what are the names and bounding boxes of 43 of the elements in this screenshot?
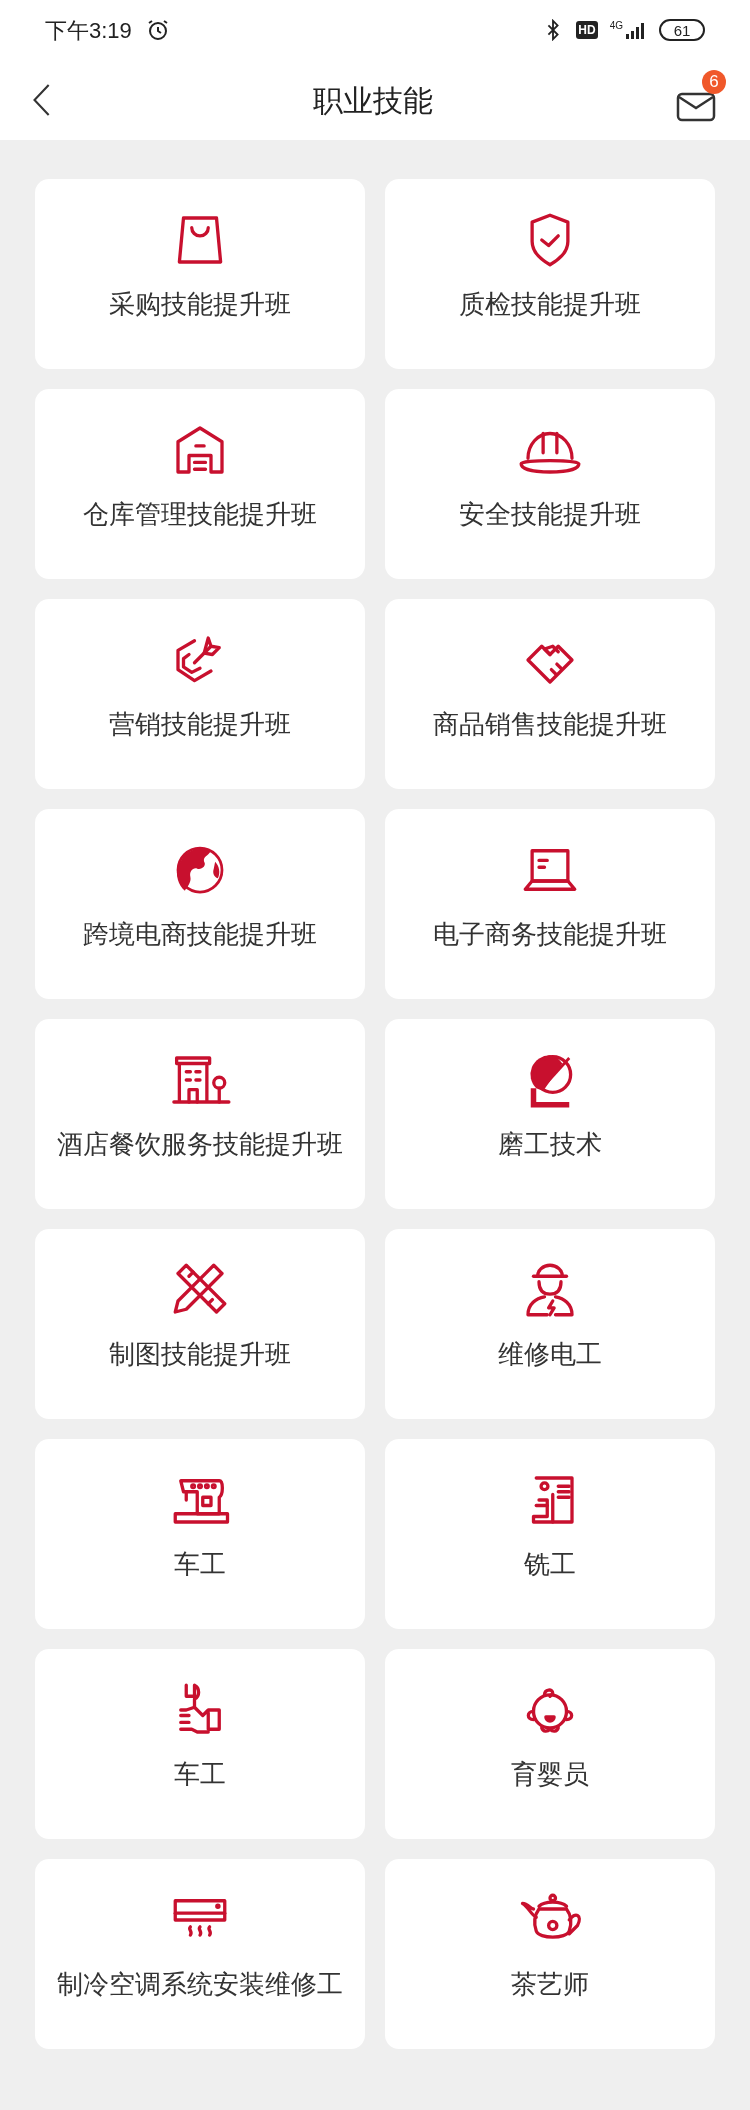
course-label: 茶艺师 bbox=[511, 1968, 589, 2001]
course-label: 电子商务技能提升班 bbox=[433, 918, 667, 951]
course-label: 酒店餐饮服务技能提升班 bbox=[57, 1128, 343, 1161]
course-card[interactable]: 酒店餐饮服务技能提升班 bbox=[35, 1019, 365, 1209]
notification-badge: 6 bbox=[702, 70, 726, 94]
network-label: 4G bbox=[609, 21, 623, 31]
battery-indicator: 61 bbox=[659, 19, 705, 41]
course-label: 仓库管理技能提升班 bbox=[83, 498, 317, 531]
course-label: 车工 bbox=[174, 1548, 226, 1581]
course-label: 安全技能提升班 bbox=[459, 498, 641, 531]
course-label: 跨境电商技能提升班 bbox=[83, 918, 317, 951]
course-card[interactable]: 磨工技术 bbox=[385, 1019, 715, 1209]
course-card[interactable]: 安全技能提升班 bbox=[385, 389, 715, 579]
hd-badge: HD bbox=[576, 21, 598, 39]
course-card[interactable]: 跨境电商技能提升班 bbox=[35, 809, 365, 999]
course-label: 营销技能提升班 bbox=[109, 708, 291, 741]
course-label: 育婴员 bbox=[511, 1758, 589, 1791]
status-time: 下午3:19 bbox=[45, 16, 132, 45]
course-label: 磨工技术 bbox=[498, 1128, 602, 1161]
course-label: 质检技能提升班 bbox=[459, 288, 641, 321]
signal-icon bbox=[625, 21, 647, 39]
course-label: 采购技能提升班 bbox=[109, 288, 291, 321]
course-label: 制图技能提升班 bbox=[109, 1338, 291, 1371]
course-card[interactable]: 电子商务技能提升班 bbox=[385, 809, 715, 999]
course-card[interactable]: 质检技能提升班 bbox=[385, 179, 715, 369]
page-title: 职业技能 bbox=[313, 82, 433, 119]
course-card[interactable]: 采购技能提升班 bbox=[35, 179, 365, 369]
course-card[interactable]: 育婴员 bbox=[385, 1649, 715, 1839]
course-card[interactable]: 制图技能提升班 bbox=[35, 1229, 365, 1419]
course-card[interactable]: 铣工 bbox=[385, 1439, 715, 1629]
course-card[interactable]: 营销技能提升班 bbox=[35, 599, 365, 789]
course-card[interactable]: 车工 bbox=[35, 1649, 365, 1839]
course-label: 商品销售技能提升班 bbox=[433, 708, 667, 741]
course-card[interactable]: 茶艺师 bbox=[385, 1859, 715, 2049]
course-label: 制冷空调系统安装维修工 bbox=[57, 1968, 343, 2001]
course-card[interactable]: 仓库管理技能提升班 bbox=[35, 389, 365, 579]
course-card[interactable]: 维修电工 bbox=[385, 1229, 715, 1419]
course-card[interactable]: 车工 bbox=[35, 1439, 365, 1629]
course-label: 铣工 bbox=[524, 1548, 576, 1581]
course-label: 车工 bbox=[174, 1758, 226, 1791]
course-label: 维修电工 bbox=[498, 1338, 602, 1371]
course-card[interactable]: 商品销售技能提升班 bbox=[385, 599, 715, 789]
course-card[interactable]: 制冷空调系统安装维修工 bbox=[35, 1859, 365, 2049]
